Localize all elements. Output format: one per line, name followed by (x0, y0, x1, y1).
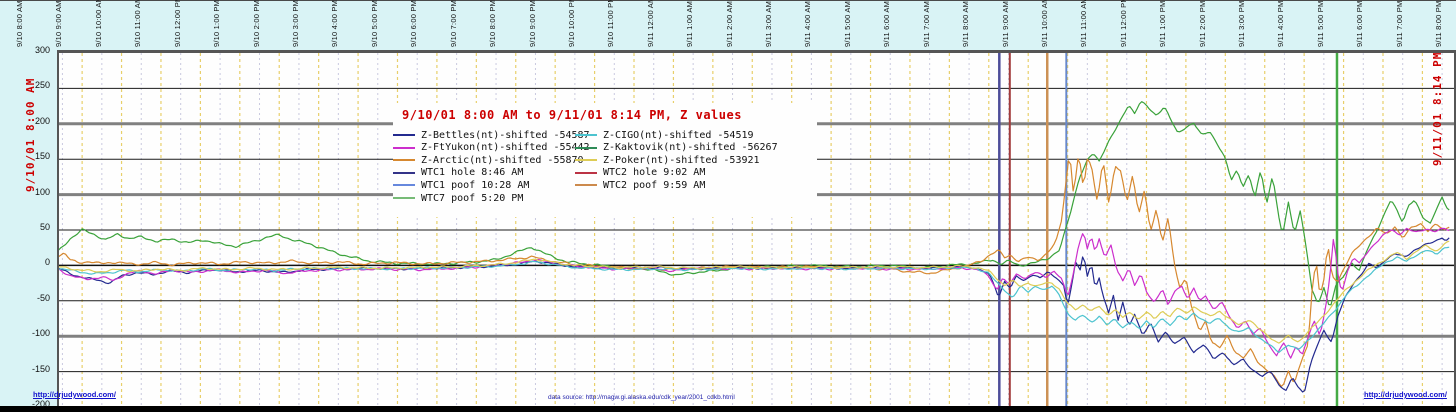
x-axis-label: 9/11 10:00 AM (1040, 0, 1049, 47)
y-axis-label: -100 (8, 328, 50, 338)
x-axis-label: 9/10 11:00 AM (133, 0, 142, 47)
x-axis-label: 9/11 2:00 AM (725, 1, 734, 47)
legend-label: Z-CIGO(nt)-shifted -54519 (603, 130, 754, 141)
legend-swatch (393, 147, 415, 149)
x-axis-label: 9/11 6:00 AM (882, 1, 891, 47)
legend-item: Z-Kaktovik(nt)-shifted -56267 (575, 142, 778, 154)
y-axis-label: 150 (8, 151, 50, 161)
bottom-right-link[interactable]: http://drjudywood.com/ (1364, 390, 1447, 399)
x-axis-label: 9/11 7:00 PM (1395, 1, 1404, 47)
x-axis-label: 9/10 11:00 PM (606, 0, 615, 47)
x-axis-label: 9/11 4:00 AM (803, 1, 812, 47)
legend-label: WTC2 hole 9:02 AM (603, 167, 705, 178)
legend-label: Z-Poker(nt)-shifted -53921 (603, 155, 760, 166)
x-axis-label: 9/10 7:00 PM (449, 0, 458, 47)
legend-swatch (393, 159, 415, 161)
legend-label: WTC2 poof 9:59 AM (603, 180, 705, 191)
legend-item: WTC2 poof 9:59 AM (575, 179, 705, 191)
x-axis-band: 9/10 8:00 AM 9/10 9:00 AM 9/10 10:00 AM 9/1… (0, 0, 1456, 51)
left-date-label: 9/10/01 8:00 AM (24, 78, 37, 192)
y-axis-label: -200 (8, 399, 50, 409)
legend-item: Z-CIGO(nt)-shifted -54519 (575, 129, 754, 141)
legend-swatch (575, 159, 597, 161)
x-axis-label: 9/10 10:00 AM (94, 0, 103, 47)
y-axis-label: -150 (8, 364, 50, 374)
x-axis-label: 9/11 7:00 AM (922, 1, 931, 47)
x-axis-label: 9/10 5:00 PM (370, 0, 379, 47)
legend-swatch (575, 134, 597, 136)
x-axis-label: 9/10 12:00 PM (173, 0, 182, 47)
legend-swatch (575, 147, 597, 149)
legend-swatch (393, 184, 415, 186)
legend-item: Z-FtYukon(nt)-shifted -55442 (393, 142, 590, 154)
y-axis-label: 200 (8, 116, 50, 126)
x-axis-label: 9/10 9:00 AM (54, 0, 63, 47)
x-axis-label: 9/11 11:00 AM (1079, 0, 1088, 47)
legend-swatch (575, 172, 597, 174)
legend-item: WTC7 poof 5:20 PM (393, 192, 523, 204)
x-axis-label: 9/11 3:00 AM (764, 1, 773, 47)
y-axis-label: 100 (8, 187, 50, 197)
x-axis-label: 9/11 5:00 PM (1316, 1, 1325, 47)
series-z-poker-nt-shifted (59, 241, 1449, 343)
legend-label: Z-Kaktovik(nt)-shifted -56267 (603, 142, 778, 153)
legend-label: WTC1 poof 10:28 AM (421, 180, 529, 191)
x-axis-label: 9/11 5:00 AM (843, 1, 852, 47)
legend-item: WTC1 poof 10:28 AM (393, 179, 529, 191)
x-axis-label: 9/11 12:00 AM (646, 0, 655, 47)
legend-swatch (393, 172, 415, 174)
x-axis-label: 9/11 8:00 AM (961, 1, 970, 47)
x-axis-label: 9/10 4:00 PM (330, 0, 339, 47)
series-z-bettles-nt-shifted (59, 238, 1449, 392)
y-axis-label: 300 (8, 45, 50, 55)
legend-item: WTC1 hole 8:46 AM (393, 167, 523, 179)
right-date-label: 9/11/01 8:14 PM (1431, 52, 1444, 166)
legend-item: Z-Arctic(nt)-shifted -55870 (393, 154, 584, 166)
x-axis-label: 9/11 1:00 PM (1158, 1, 1167, 47)
x-axis-label: 9/10 2:00 PM (252, 0, 261, 47)
legend-label: WTC7 poof 5:20 PM (421, 193, 523, 204)
y-axis-label: -50 (8, 293, 50, 303)
x-axis-label: 9/10 1:00 PM (212, 0, 221, 47)
x-axis-label: 9/10 3:00 PM (291, 0, 300, 47)
legend-item: Z-Bettles(nt)-shifted -54587 (393, 129, 590, 141)
x-axis-label: 9/11 3:00 PM (1237, 1, 1246, 47)
magnetometer-chart-page: 9/10 8:00 AM 9/10 9:00 AM 9/10 10:00 AM 9/1… (0, 0, 1456, 412)
legend-label: Z-FtYukon(nt)-shifted -55442 (421, 142, 590, 153)
x-axis-label: 9/10 8:00 PM (488, 0, 497, 47)
legend-swatch (393, 197, 415, 199)
y-axis-label: 50 (8, 222, 50, 232)
x-axis-label: 9/10 10:00 PM (567, 0, 576, 47)
x-axis-label: 9/11 4:00 PM (1276, 1, 1285, 47)
data-source-text: data source: http://magw.gi.alaska.edu/c… (548, 394, 735, 401)
legend-swatch (575, 184, 597, 186)
x-axis-label: 9/10 6:00 PM (409, 0, 418, 47)
legend-item: Z-Poker(nt)-shifted -53921 (575, 154, 760, 166)
x-axis-label: 9/11 8:00 PM (1434, 1, 1443, 47)
x-axis-label: 9/10 9:00 PM (528, 0, 537, 47)
series-z-ftyukon-nt-shifted (59, 228, 1449, 358)
x-axis-label: 9/11 9:00 AM (1001, 1, 1010, 47)
x-axis-label: 9/11 2:00 PM (1198, 1, 1207, 47)
legend-swatch (393, 134, 415, 136)
legend-label: WTC1 hole 8:46 AM (421, 167, 523, 178)
x-axis-label: 9/11 6:00 PM (1355, 1, 1364, 47)
chart-title: 9/10/01 8:00 AM to 9/11/01 8:14 PM, Z va… (402, 108, 742, 122)
legend-item: WTC2 hole 9:02 AM (575, 167, 705, 179)
x-axis-label: 9/10 8:00 AM (15, 0, 24, 47)
plot-area: Z-Bettles(nt)-shifted -54587Z-FtYukon(nt… (57, 50, 1456, 409)
legend-label: Z-Arctic(nt)-shifted -55870 (421, 155, 584, 166)
bottom-left-link[interactable]: http://drjudywood.com/ (33, 390, 116, 399)
y-axis-label: 0 (8, 257, 50, 267)
x-axis-label: 9/11 1:00 AM (685, 1, 694, 47)
bottom-bar (0, 406, 1456, 412)
legend-label: Z-Bettles(nt)-shifted -54587 (421, 130, 590, 141)
x-axis-label: 9/11 12:00 PM (1119, 0, 1128, 47)
y-axis-label: 250 (8, 80, 50, 90)
